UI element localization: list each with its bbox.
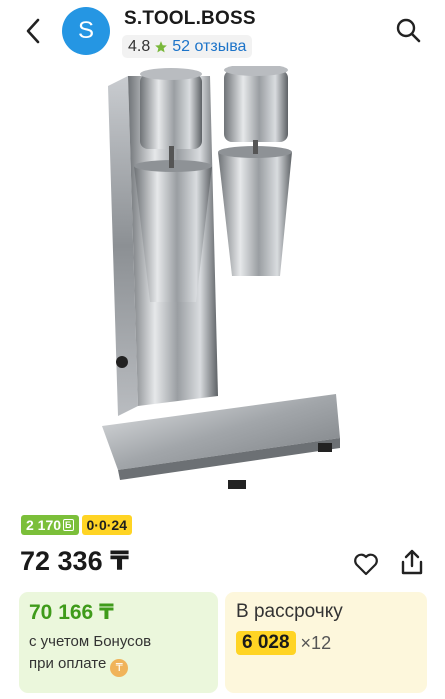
store-avatar[interactable]: S: [62, 7, 110, 55]
bonus-b-icon: Б: [63, 519, 74, 531]
installment-amount: 6 028: [236, 631, 296, 655]
bonus-note: с учетом Бонусов при оплате ₸: [29, 631, 208, 677]
star-icon: [154, 40, 168, 54]
product-price: 72 336 ₸: [20, 546, 129, 576]
rating-value: 4.8: [128, 37, 151, 55]
search-icon: [396, 18, 421, 43]
bonus-note-line2-wrap: при оплате ₸: [29, 653, 208, 677]
bonus-price-card[interactable]: 70 166 ₸ с учетом Бонусов при оплате ₸: [19, 592, 218, 693]
favorite-button[interactable]: [350, 548, 382, 580]
bonus-badge-value: 2 170: [26, 517, 62, 533]
installment-badge: 0·0·24: [81, 515, 132, 535]
reviews-link[interactable]: 52 отзыва: [172, 38, 246, 56]
store-name[interactable]: S.TOOL.BOSS: [124, 8, 256, 30]
back-icon: [26, 18, 40, 44]
product-image[interactable]: [0, 66, 445, 504]
installment-months: ×12: [300, 632, 332, 653]
search-button[interactable]: [392, 14, 424, 46]
bonus-note-line2: при оплате: [29, 655, 107, 672]
rating-pill[interactable]: 4.8 52 отзыва: [122, 35, 253, 58]
share-button[interactable]: [396, 546, 428, 578]
installment-title: В рассрочку: [236, 601, 343, 622]
top-bar: S S.TOOL.BOSS 4.8 52 отзыва: [0, 0, 445, 62]
back-button[interactable]: [18, 14, 48, 48]
avatar-letter: S: [77, 17, 94, 44]
coin-icon: ₸: [110, 659, 129, 677]
bonus-note-line1: с учетом Бонусов: [29, 633, 152, 650]
bonus-badge: 2 170 Б: [21, 515, 79, 535]
installment-card[interactable]: В рассрочку 6 028 ×12: [225, 592, 427, 693]
badges: 2 170 Б 0·0·24: [21, 515, 132, 535]
bonus-price: 70 166 ₸: [29, 601, 114, 624]
heart-icon: [354, 553, 378, 576]
installment-row: 6 028 ×12: [236, 631, 416, 655]
share-icon: [401, 549, 423, 575]
